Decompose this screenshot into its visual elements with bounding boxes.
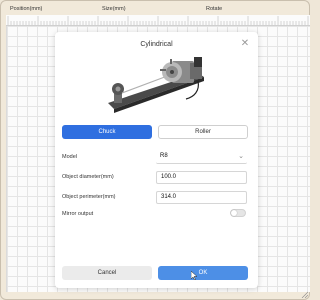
resize-grip-icon[interactable] — [301, 291, 308, 298]
chevron-down-icon: ⌄ — [238, 153, 244, 160]
horizontal-ruler — [6, 15, 310, 26]
rotate-label: Rotate — [206, 6, 223, 12]
model-label: Model — [62, 154, 77, 160]
dialog-title: Cylindrical — [140, 41, 173, 48]
object-diameter-label: Object diameter(mm) — [62, 174, 114, 180]
model-value: R8 — [160, 153, 168, 159]
model-select[interactable]: R8 ⌄ — [156, 151, 247, 164]
object-diameter-input[interactable]: 100.0 — [156, 171, 247, 184]
position-label: Position(mm) — [10, 6, 43, 12]
size-label: Size(mm) — [102, 6, 126, 12]
mirror-output-label: Mirror output — [62, 211, 94, 217]
ok-button[interactable]: OK — [158, 266, 248, 280]
object-perimeter-label: Object perimeter(mm) — [62, 194, 116, 200]
object-perimeter-input[interactable]: 314.0 — [156, 191, 247, 204]
cylindrical-dialog: Cylindrical ✕ Chuck Roller Model R8 ⌄ Ob… — [55, 32, 258, 288]
cancel-button[interactable]: Cancel — [62, 266, 152, 280]
toggle-knob — [231, 210, 237, 216]
tab-roller[interactable]: Roller — [158, 125, 248, 139]
close-icon[interactable]: ✕ — [240, 39, 250, 49]
ok-label: OK — [198, 270, 208, 276]
mirror-output-toggle[interactable] — [230, 209, 246, 217]
rotary-chuck-image — [108, 57, 204, 113]
tab-chuck[interactable]: Chuck — [62, 125, 152, 139]
mouse-cursor-icon — [191, 271, 197, 280]
property-header: Position(mm) Size(mm) Rotate — [6, 3, 310, 15]
